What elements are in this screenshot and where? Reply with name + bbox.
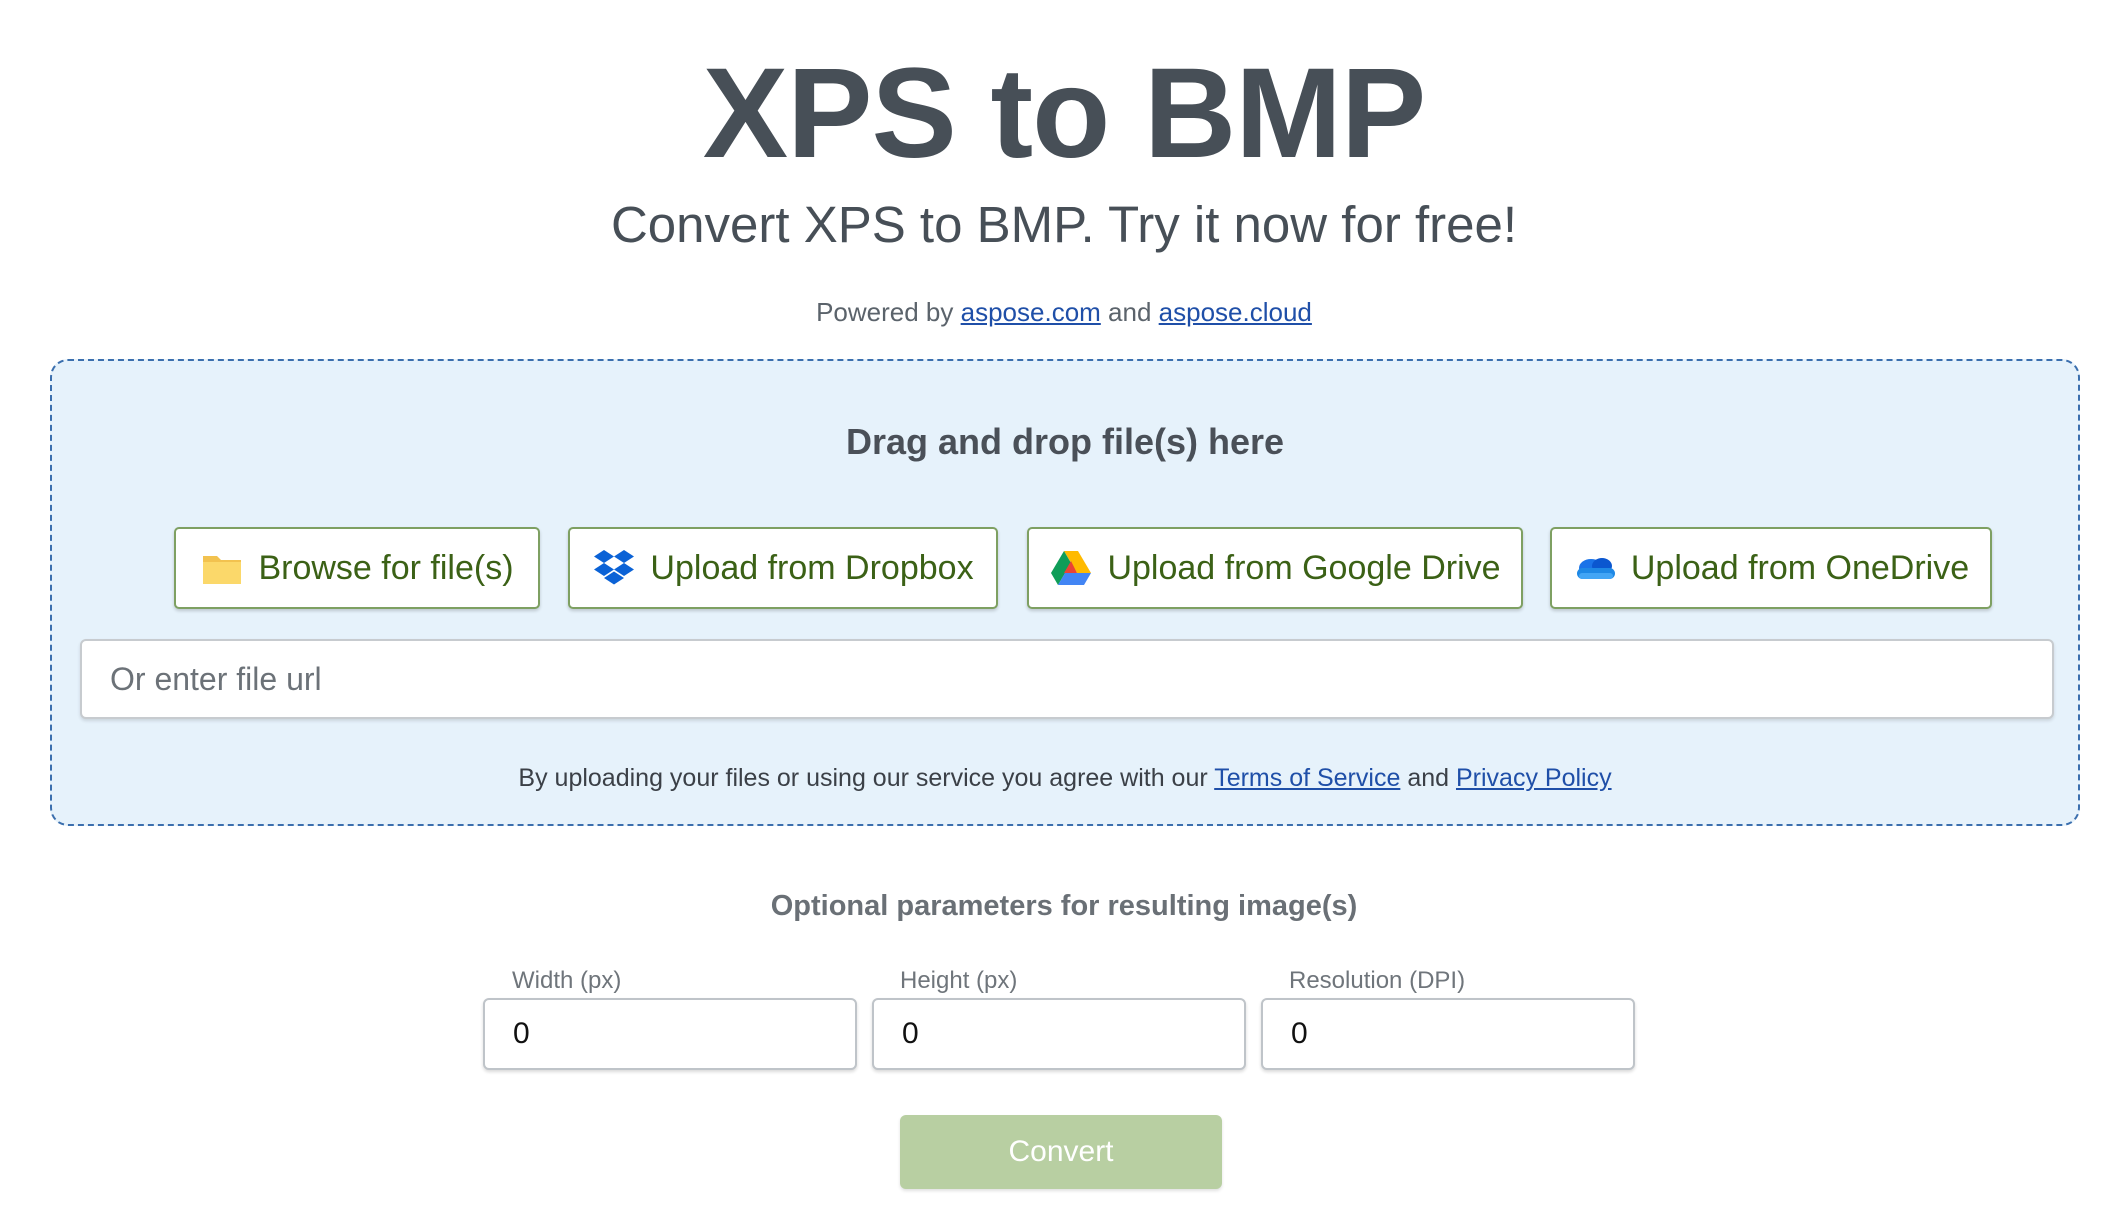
powered-by: Powered by aspose.com and aspose.cloud — [0, 297, 2128, 328]
folder-icon — [200, 546, 244, 590]
terms-of-service-link[interactable]: Terms of Service — [1214, 764, 1400, 792]
terms-notice: By uploading your files or using our ser… — [52, 764, 2078, 793]
google-drive-icon — [1049, 546, 1093, 590]
height-input[interactable] — [872, 998, 1246, 1070]
terms-and: and — [1407, 764, 1450, 792]
drag-drop-text: Drag and drop file(s) here — [845, 421, 1285, 462]
terms-prefix: By uploading your files or using our ser… — [518, 764, 1208, 792]
dropbox-icon — [592, 546, 636, 590]
powered-and: and — [1108, 297, 1152, 327]
file-dropzone[interactable]: Drag and drop file(s) here Browse for fi… — [50, 359, 2080, 826]
browse-files-label: Browse for file(s) — [258, 548, 514, 587]
dropbox-upload-button[interactable]: Upload from Dropbox — [568, 527, 998, 609]
google-drive-upload-button[interactable]: Upload from Google Drive — [1027, 527, 1523, 609]
powered-prefix: Powered by — [816, 297, 954, 327]
onedrive-upload-label: Upload from OneDrive — [1630, 548, 1970, 587]
privacy-policy-link[interactable]: Privacy Policy — [1456, 764, 1612, 792]
page-title: XPS to BMP — [702, 42, 1427, 185]
upload-button-row: Browse for file(s) Upload from Dropbox U… — [52, 527, 2078, 609]
convert-button[interactable]: Convert — [900, 1115, 1222, 1189]
width-input[interactable] — [483, 998, 857, 1070]
browse-files-button[interactable]: Browse for file(s) — [174, 527, 540, 609]
resolution-input[interactable] — [1261, 998, 1635, 1070]
aspose-com-link[interactable]: aspose.com — [961, 297, 1101, 327]
resolution-label: Resolution (DPI) — [1289, 967, 1466, 994]
optional-params-title: Optional parameters for resulting image(… — [770, 890, 1358, 922]
google-drive-upload-label: Upload from Google Drive — [1107, 548, 1501, 587]
page-subtitle: Convert XPS to BMP. Try it now for free! — [610, 196, 1518, 253]
onedrive-icon — [1573, 546, 1617, 590]
dropbox-upload-label: Upload from Dropbox — [650, 548, 974, 587]
aspose-cloud-link[interactable]: aspose.cloud — [1159, 297, 1312, 327]
height-label: Height (px) — [900, 967, 1018, 994]
width-label: Width (px) — [512, 967, 622, 994]
file-url-input[interactable] — [80, 639, 2054, 719]
onedrive-upload-button[interactable]: Upload from OneDrive — [1550, 527, 1992, 609]
